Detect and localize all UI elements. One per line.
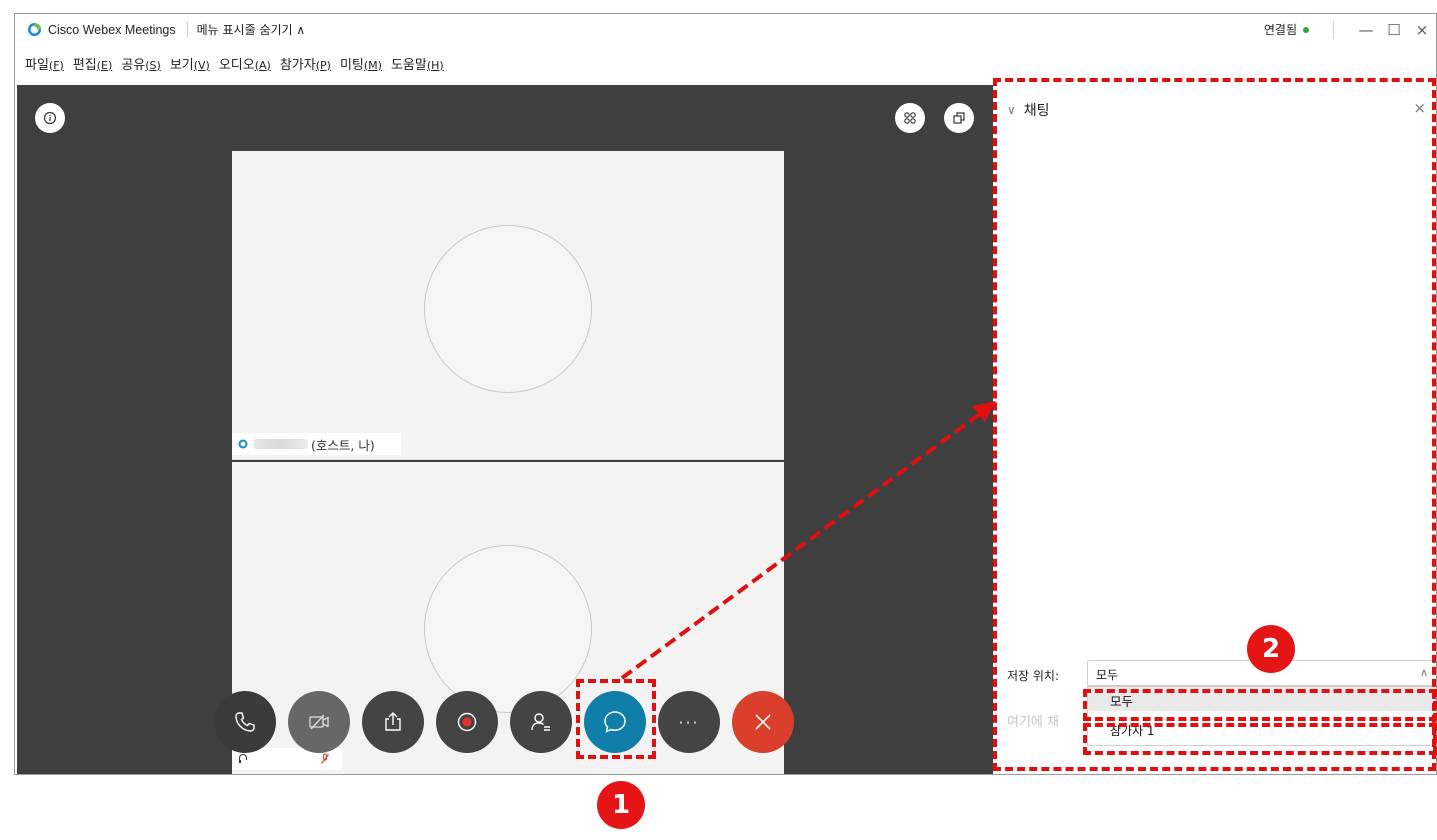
- title-right-area: 연결됨 — ☐ ×: [1264, 14, 1436, 45]
- participants-button[interactable]: [510, 691, 572, 753]
- recipient-option-participant-1[interactable]: 참가자 1: [1088, 717, 1436, 741]
- window-close-button[interactable]: ×: [1408, 14, 1436, 45]
- chevron-up-icon: ∧: [1419, 666, 1428, 679]
- participants-icon: [531, 713, 550, 731]
- meeting-controls: ···: [214, 691, 794, 753]
- video-stage: (호스트, 나): [17, 85, 993, 774]
- phone-icon: [235, 712, 255, 732]
- menu-audio[interactable]: 오디오(A): [219, 54, 271, 73]
- title-right-divider: [1333, 20, 1334, 39]
- host-label: (호스트, 나): [311, 437, 375, 453]
- title-divider: [186, 21, 188, 38]
- hide-menubar-toggle[interactable]: 메뉴 표시줄 숨기기 ∧: [197, 21, 306, 38]
- chat-panel: ∨ 채팅 × 저장 위치: 모두 ∧ 여기에 채 모두 참가자 1: [995, 85, 1436, 774]
- video-button[interactable]: [288, 691, 350, 753]
- mic-muted-icon: [321, 753, 329, 764]
- more-icon: ···: [678, 712, 700, 732]
- meeting-info-button[interactable]: [35, 103, 65, 133]
- host-avatar: [424, 225, 592, 393]
- chat-close-icon[interactable]: ×: [1413, 99, 1426, 117]
- chat-header[interactable]: ∨ 채팅: [1007, 100, 1050, 120]
- headset-icon: [238, 753, 248, 763]
- step-badge-2: 2: [1247, 625, 1295, 673]
- webex-logo-icon: [27, 22, 42, 37]
- chat-message-input[interactable]: 여기에 채: [1007, 697, 1087, 737]
- popout-view-button[interactable]: [944, 103, 974, 133]
- menu-edit[interactable]: 편집(E): [73, 54, 112, 73]
- send-to-label: 저장 위치:: [1007, 669, 1060, 683]
- popout-icon: [953, 112, 965, 124]
- blurred-name: [254, 439, 308, 449]
- menu-meeting[interactable]: 미팅(M): [340, 54, 382, 73]
- menu-bar: 파일(F) 편집(E) 공유(S) 보기(V) 오디오(A) 참가자(P) 미팅…: [15, 52, 453, 74]
- webex-small-icon: [238, 439, 248, 449]
- grid-view-button[interactable]: [895, 103, 925, 133]
- app-title: Cisco Webex Meetings: [48, 22, 176, 37]
- send-to-row: 저장 위치:: [1007, 667, 1059, 684]
- chat-icon: [604, 711, 626, 733]
- menu-participants[interactable]: 참가자(P): [280, 54, 331, 73]
- minimize-button[interactable]: —: [1352, 14, 1380, 45]
- menu-view[interactable]: 보기(V): [170, 54, 210, 73]
- more-options-button[interactable]: ···: [658, 691, 720, 753]
- step-badge-1: 1: [597, 781, 645, 829]
- video-off-icon: [309, 714, 329, 730]
- maximize-button[interactable]: ☐: [1380, 14, 1408, 45]
- menu-share[interactable]: 공유(S): [121, 54, 161, 73]
- leave-meeting-button[interactable]: [732, 691, 794, 753]
- video-tile-host: (호스트, 나): [232, 151, 784, 460]
- audio-button[interactable]: [214, 691, 276, 753]
- host-name-tag: (호스트, 나): [232, 433, 401, 455]
- record-icon: [457, 712, 477, 732]
- menu-help[interactable]: 도움말(H): [391, 54, 444, 73]
- grid-icon: [904, 112, 916, 124]
- recipient-option-everyone[interactable]: 모두: [1088, 687, 1436, 711]
- connection-status-dot: [1303, 26, 1309, 33]
- chevron-down-icon: ∨: [1007, 103, 1016, 117]
- record-button[interactable]: [436, 691, 498, 753]
- title-bar: Cisco Webex Meetings 메뉴 표시줄 숨기기 ∧ 연결됨 — …: [15, 14, 1436, 45]
- chat-title: 채팅: [1023, 103, 1050, 119]
- share-icon: [385, 712, 401, 731]
- send-to-value: 모두: [1096, 668, 1119, 682]
- chat-button[interactable]: [584, 691, 646, 753]
- webex-window: Cisco Webex Meetings 메뉴 표시줄 숨기기 ∧ 연결됨 — …: [14, 13, 1437, 775]
- close-icon: [755, 714, 771, 730]
- send-to-dropdown: 모두 참가자 1: [1087, 686, 1436, 746]
- connection-status: 연결됨: [1263, 23, 1297, 37]
- participant-avatar: [424, 545, 592, 713]
- menu-file[interactable]: 파일(F): [25, 54, 64, 73]
- share-button[interactable]: [362, 691, 424, 753]
- info-icon: [43, 111, 57, 125]
